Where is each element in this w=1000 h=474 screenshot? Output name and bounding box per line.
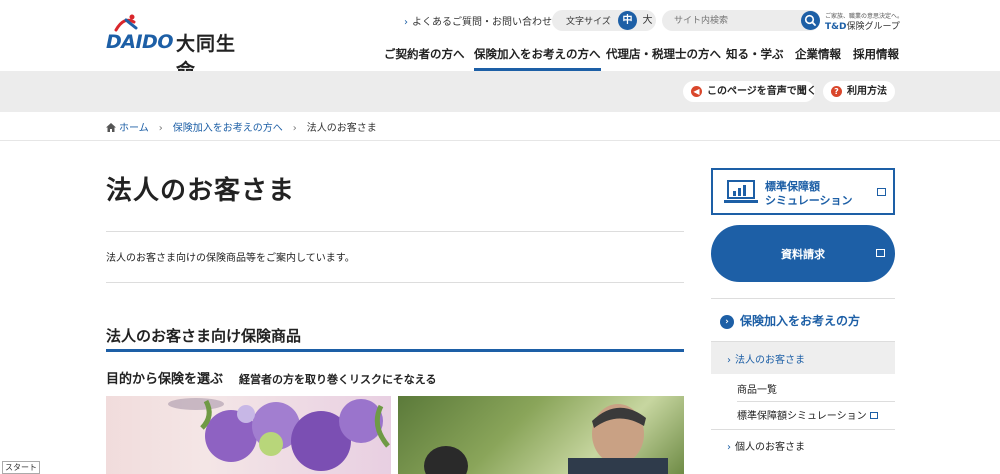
divider bbox=[106, 231, 684, 232]
breadcrumb-separator: › bbox=[292, 123, 297, 134]
breadcrumb-separator: › bbox=[158, 123, 163, 134]
sub-section-title: 目的から保険を選ぶ 経営者の方を取り巻くリスクにそなえる bbox=[106, 368, 436, 387]
search-button[interactable] bbox=[801, 11, 820, 30]
breadcrumb: ホーム › 保険加入をお考えの方へ › 法人のお客さま bbox=[106, 119, 377, 135]
sidebar-divider bbox=[711, 429, 895, 430]
section-title: 法人のお客さま向け保険商品 bbox=[106, 327, 302, 345]
nav-item-agents-tax-accountants[interactable]: 代理店・税理士の方へ bbox=[606, 46, 721, 62]
text-size-label: 文字サイズ bbox=[566, 17, 611, 27]
breadcrumb-home-link[interactable]: ホーム bbox=[119, 123, 149, 134]
group-brand-rest: 保険グループ bbox=[846, 22, 900, 32]
read-aloud-label: このページを音声で聞く bbox=[707, 86, 817, 97]
td-group-logo[interactable]: ご家族、職業の意思決定へ。 T&D保険グループ bbox=[825, 11, 903, 33]
sidebar-subitem-label: 標準保障額シミュレーション bbox=[737, 411, 867, 422]
chevron-right-icon: › bbox=[727, 355, 731, 366]
sidebar-subitem-simulation[interactable]: 標準保障額シミュレーション bbox=[737, 407, 878, 422]
sidebar-divider bbox=[737, 401, 895, 402]
divider bbox=[106, 282, 684, 283]
home-icon bbox=[106, 123, 116, 132]
sidebar-item-individual-customers[interactable]: › 個人のお客さま bbox=[727, 438, 805, 453]
start-label[interactable]: スタート bbox=[2, 461, 40, 474]
breadcrumb-current: 法人のお客さま bbox=[306, 123, 377, 134]
usage-help-button[interactable]: ? 利用方法 bbox=[823, 81, 895, 102]
text-size-switcher: 文字サイズ 中 大 bbox=[552, 10, 656, 31]
sidebar-section-heading-label: 保険加入をお考えの方 bbox=[740, 314, 861, 328]
chevron-right-icon: › bbox=[727, 442, 731, 453]
nav-item-policyholders[interactable]: ご契約者の方へ bbox=[384, 46, 465, 62]
site-header: DAIDO 大同生命 › よくあるご質問・お問い合わせ 文字サイズ 中 大 ご家族… bbox=[0, 0, 1000, 82]
business-people-photo[interactable] bbox=[398, 396, 684, 474]
sidebar-subitem-product-list[interactable]: 商品一覧 bbox=[737, 381, 777, 396]
question-icon: ? bbox=[831, 86, 842, 97]
page-lead-text: 法人のお客さま向けの保険商品等をご案内しています。 bbox=[106, 253, 355, 264]
sidebar-section-heading[interactable]: › 保険加入をお考えの方 bbox=[720, 312, 860, 329]
external-window-icon bbox=[877, 188, 886, 196]
chevron-right-icon: › bbox=[404, 17, 408, 28]
faq-contact-label: よくあるご質問・お問い合わせ bbox=[412, 17, 552, 28]
laptop-chart-icon bbox=[724, 180, 758, 203]
page-title: 法人のお客さま bbox=[106, 176, 296, 206]
faq-contact-link[interactable]: › よくあるご質問・お問い合わせ bbox=[404, 13, 552, 28]
group-brand-td: T&D bbox=[825, 22, 847, 32]
flowers-photo[interactable] bbox=[106, 396, 391, 474]
chevron-right-circle-icon: › bbox=[720, 315, 734, 329]
nav-item-learn[interactable]: 知る・学ぶ bbox=[726, 46, 784, 62]
search-input[interactable] bbox=[674, 13, 794, 28]
text-size-large-button[interactable]: 大 bbox=[639, 11, 656, 30]
breadcrumb-parent-link[interactable]: 保険加入をお考えの方へ bbox=[173, 123, 283, 134]
read-aloud-button[interactable]: ◀ このページを音声で聞く bbox=[683, 81, 817, 102]
sidebar-item-label: 法人のお客さま bbox=[735, 355, 805, 366]
logo-mark-icon bbox=[114, 14, 138, 32]
external-window-icon bbox=[869, 412, 878, 419]
logo-text: DAIDO bbox=[106, 31, 173, 53]
nav-item-company-info[interactable]: 企業情報 bbox=[795, 46, 841, 62]
simulation-label: 標準保障額 シミュレーション bbox=[765, 180, 853, 207]
site-search bbox=[662, 10, 820, 31]
breadcrumb-divider bbox=[0, 140, 1000, 141]
nav-item-careers[interactable]: 採用情報 bbox=[853, 46, 899, 62]
sub-section-heading: 目的から保険を選ぶ bbox=[106, 372, 224, 387]
text-size-medium-button[interactable]: 中 bbox=[618, 11, 637, 30]
request-materials-label: 資料請求 bbox=[781, 248, 825, 261]
sub-section-note: 経営者の方を取り巻くリスクにそなえる bbox=[239, 373, 437, 386]
nav-item-considering-insurance[interactable]: 保険加入をお考えの方へ bbox=[474, 46, 601, 71]
site-logo[interactable]: DAIDO 大同生命 bbox=[106, 14, 251, 82]
request-materials-button[interactable]: 資料請求 bbox=[711, 225, 895, 282]
search-icon bbox=[804, 14, 816, 26]
standard-coverage-simulation-button[interactable]: 標準保障額 シミュレーション bbox=[711, 168, 895, 215]
business-people-illustration bbox=[424, 404, 668, 474]
sidebar-item-label: 個人のお客さま bbox=[735, 442, 805, 453]
usage-help-label: 利用方法 bbox=[847, 86, 887, 97]
external-window-icon bbox=[876, 249, 885, 257]
section-underline bbox=[106, 349, 684, 352]
flowers-illustration bbox=[168, 398, 390, 471]
sidebar-divider bbox=[711, 298, 895, 299]
sidebar-item-corporate-customers[interactable]: › 法人のお客さま bbox=[711, 342, 895, 374]
speaker-icon: ◀ bbox=[691, 86, 702, 97]
